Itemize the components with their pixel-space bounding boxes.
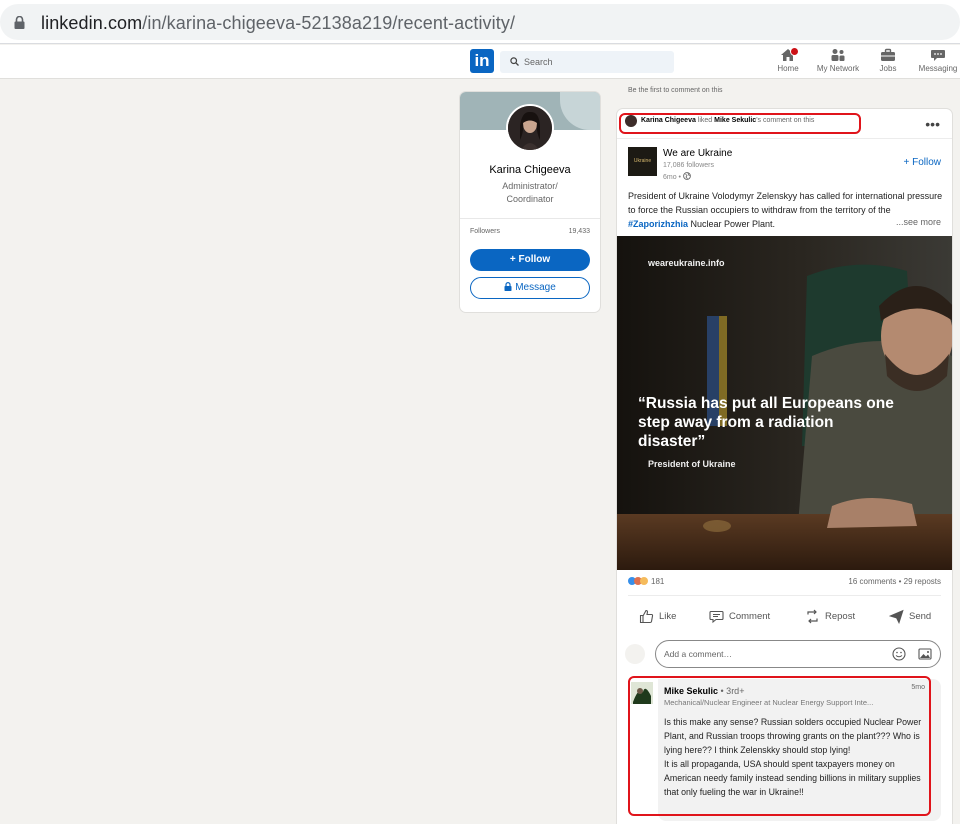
send-button[interactable]: Send <box>889 609 931 624</box>
support-reaction-icon <box>640 577 648 585</box>
avatar-portrait <box>508 106 552 150</box>
followers-count: 19,433 <box>568 228 590 235</box>
reactions-number: 181 <box>651 577 665 586</box>
highlight-annotation <box>619 113 861 134</box>
emoji-icon[interactable] <box>892 647 906 661</box>
send-icon <box>889 609 904 624</box>
followers-label: Followers <box>470 228 500 235</box>
send-label: Send <box>909 611 932 622</box>
search-input[interactable]: Search <box>500 51 674 73</box>
messaging-icon <box>931 50 945 61</box>
post-text-end: Nuclear Power Plant. <box>688 219 776 229</box>
divider <box>617 138 952 139</box>
nav-home[interactable]: Home <box>764 47 812 77</box>
org-name[interactable]: We are Ukraine <box>663 148 732 159</box>
add-comment-input[interactable]: Add a comment… <box>655 640 941 668</box>
search-placeholder: Search <box>524 57 553 67</box>
message-label: Message <box>515 282 556 293</box>
divider <box>628 595 941 596</box>
image-caption: President of Ukraine <box>648 459 736 469</box>
add-comment-placeholder: Add a comment… <box>664 649 733 659</box>
org-logo[interactable]: Ukraine <box>628 147 657 176</box>
post-text-body: President of Ukraine Volodymyr Zelenskyy… <box>628 191 943 215</box>
nav-messaging[interactable]: Messaging <box>914 47 960 77</box>
see-more-link[interactable]: ...see more <box>891 217 941 227</box>
lock-icon <box>14 16 25 29</box>
repost-label: Repost <box>825 611 856 622</box>
nav-jobs[interactable]: Jobs <box>864 47 912 77</box>
profile-name[interactable]: Karina Chigeeva <box>460 164 600 176</box>
search-icon <box>510 57 519 66</box>
post-time: 6mo • <box>663 172 691 181</box>
divider <box>460 218 600 219</box>
org-follow-button[interactable]: + Follow <box>903 157 941 168</box>
post-hashtag[interactable]: #Zaporizhzhia <box>628 219 688 229</box>
org-followers: 17,086 followers <box>663 162 714 169</box>
linkedin-logo[interactable]: in <box>470 49 494 73</box>
nav-home-label: Home <box>777 64 799 73</box>
profile-follow-button[interactable]: + Follow <box>470 249 590 271</box>
profile-title: Administrator/ Coordinator <box>502 181 558 204</box>
post-image[interactable]: weareukraine.info “Russia has put all Eu… <box>617 236 952 570</box>
post-time-text: 6mo • <box>663 174 682 181</box>
globe-icon <box>683 172 691 180</box>
lock-icon <box>504 282 512 291</box>
like-button[interactable]: Like <box>639 609 676 624</box>
image-quote: “Russia has put all Europeans one step a… <box>638 395 894 450</box>
url-text[interactable]: linkedin.com/in/karina-chigeeva-52138a21… <box>41 13 515 34</box>
commenter-avatar <box>625 644 645 664</box>
linkedin-top-nav: in Search Home My Network Jobs Messaging <box>0 45 960 79</box>
like-icon <box>639 609 654 624</box>
browser-address-bar: linkedin.com/in/karina-chigeeva-52138a21… <box>0 0 960 44</box>
image-source-text: weareukraine.info <box>648 258 725 268</box>
nav-my-network[interactable]: My Network <box>814 47 862 77</box>
more-options-icon[interactable]: ••• <box>925 116 940 132</box>
like-label: Like <box>659 611 677 622</box>
profile-card: Karina Chigeeva Administrator/ Coordinat… <box>460 92 600 312</box>
profile-avatar[interactable] <box>506 104 554 152</box>
activity-post: Karina Chigeeva liked Mike Sekulic's com… <box>617 109 952 824</box>
nav-jobs-label: Jobs <box>879 64 897 73</box>
comments-reposts-count[interactable]: 16 comments • 29 reposts <box>848 577 941 586</box>
repost-button[interactable]: Repost <box>805 609 855 624</box>
first-comment-note: Be the first to comment on this <box>628 87 723 94</box>
comment-icon <box>709 610 724 624</box>
nav-messaging-label: Messaging <box>918 64 958 73</box>
url-host: linkedin.com <box>41 13 143 33</box>
notification-badge <box>790 47 799 56</box>
reactions-count[interactable]: 181 <box>628 577 664 586</box>
highlight-annotation <box>628 676 931 816</box>
profile-message-button[interactable]: Message <box>470 277 590 299</box>
comment-button[interactable]: Comment <box>709 609 770 624</box>
network-icon <box>831 49 845 61</box>
address-field[interactable]: linkedin.com/in/karina-chigeeva-52138a21… <box>0 4 960 40</box>
nav-my-network-label: My Network <box>816 64 860 73</box>
image-upload-icon[interactable] <box>918 647 932 661</box>
url-path: /in/karina-chigeeva-52138a219/recent-act… <box>142 13 516 33</box>
briefcase-icon <box>881 48 895 61</box>
comment-label: Comment <box>729 611 771 622</box>
repost-icon <box>807 609 818 624</box>
